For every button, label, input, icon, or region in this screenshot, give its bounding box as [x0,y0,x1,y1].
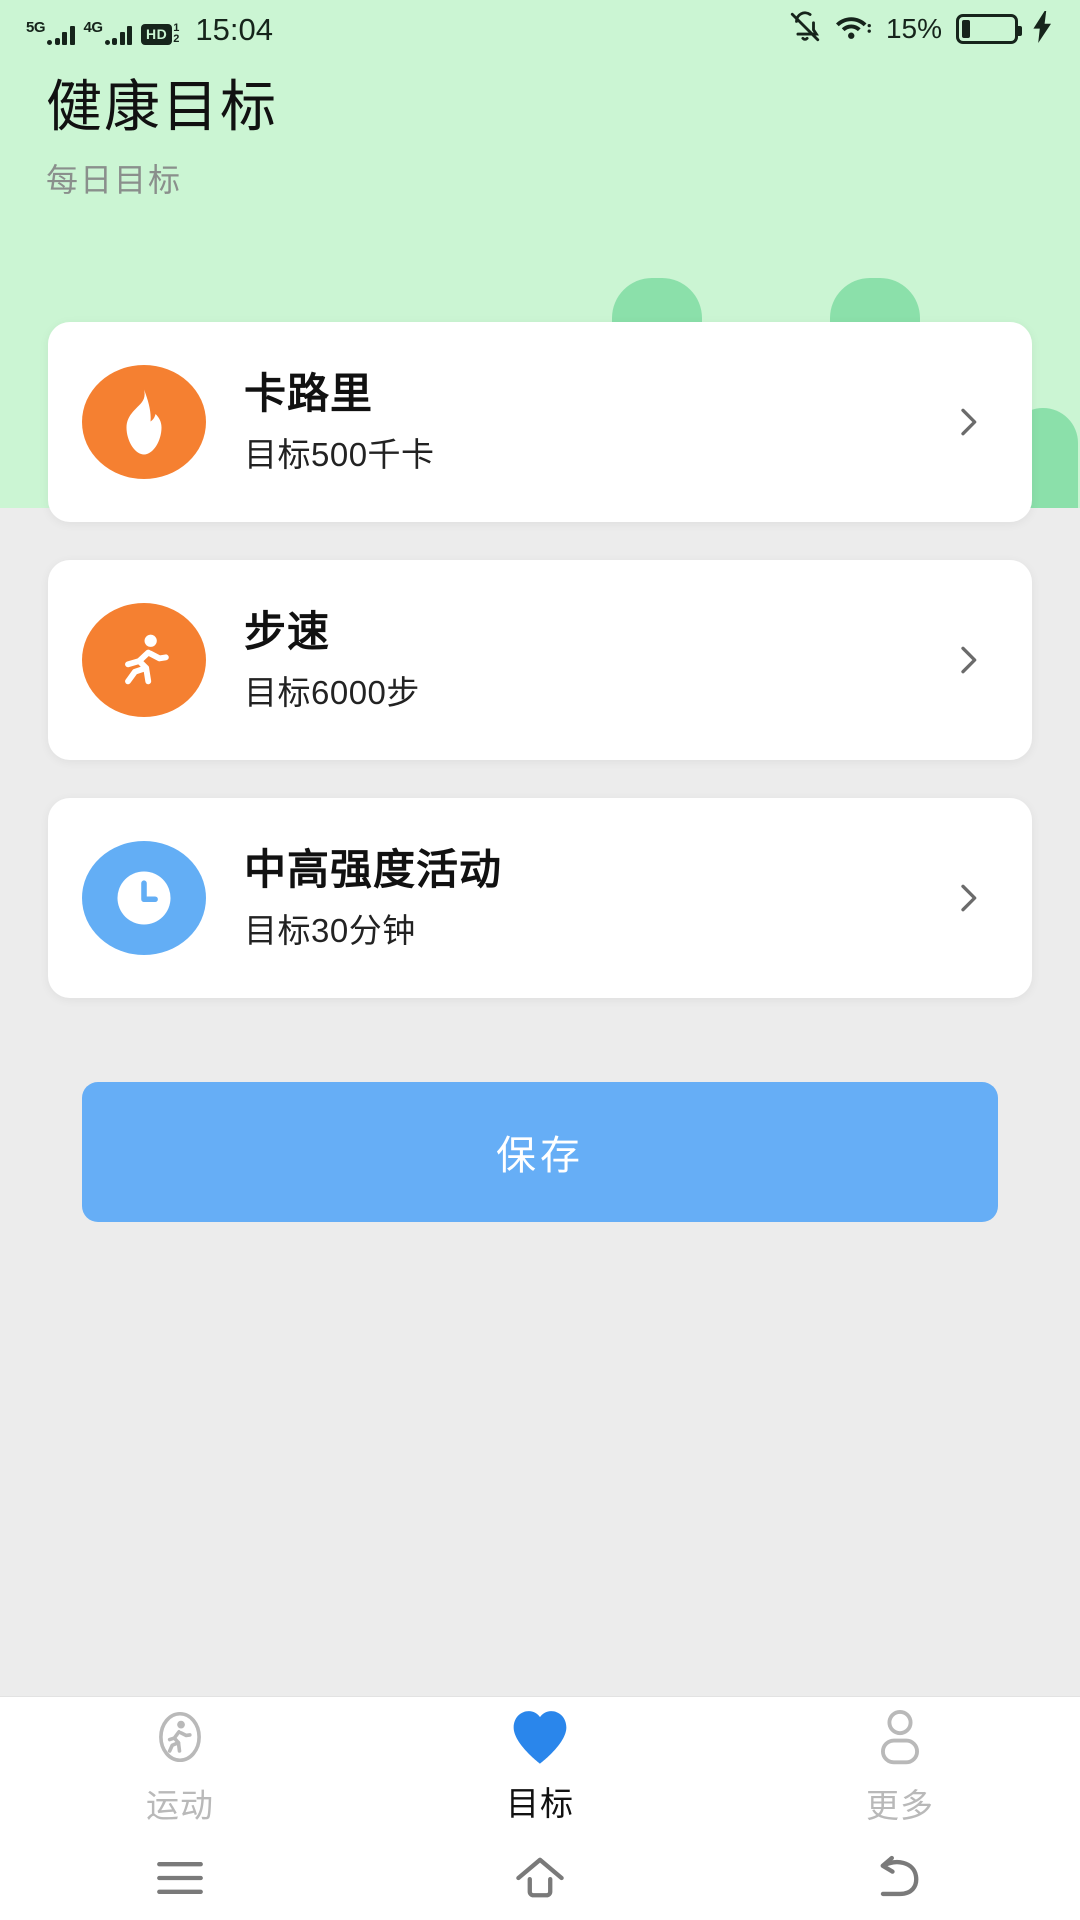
save-button[interactable]: 保存 [82,1082,998,1222]
network-type-label-2: 4G [83,18,104,36]
goal-title: 卡路里 [244,369,374,417]
menu-icon[interactable] [0,1855,360,1901]
bottom-tab-bar: 运动 目标 更多 [0,1696,1080,1836]
tab-label: 目标 [506,1785,574,1822]
page-title: 健康目标 [46,75,278,138]
chevron-right-icon[interactable] [948,640,988,680]
tab-exercise[interactable]: 运动 [0,1706,360,1827]
heart-icon [509,1708,571,1771]
app-screen: 5G 4G HD 1 2 15:04 15% 健康目标 每日目标 卡路里 目标5… [0,0,1080,1920]
goal-title: 步速 [244,607,331,655]
battery-icon [956,14,1022,44]
tab-label: 更多 [866,1787,934,1824]
tab-more[interactable]: 更多 [720,1706,1080,1827]
tab-goals[interactable]: 目标 [360,1708,720,1825]
goal-title: 中高强度活动 [244,845,503,893]
signal-4g: 4G [84,20,133,45]
wifi-icon [835,12,872,47]
bell-off-icon [788,10,822,49]
battery-percent-label: 15% [885,13,942,44]
network-type-label-1: 5G [26,18,46,36]
chevron-right-icon[interactable] [948,402,988,442]
hd-voice-icon: HD 1 2 [141,21,180,45]
clock-icon [82,841,206,955]
hd-sup-label: 1 [173,21,180,34]
status-bar: 5G 4G HD 1 2 15:04 15% [0,0,1080,58]
walking-person-circle-icon [149,1706,211,1773]
hd-label: HD [141,24,173,45]
user-icon [871,1706,929,1773]
status-clock: 15:04 [195,11,273,47]
signal-5g: 5G [26,20,75,45]
goal-subtitle: 目标6000步 [244,674,420,712]
goal-card-activity[interactable]: 中高强度活动 目标30分钟 [48,798,1032,998]
chevron-right-icon[interactable] [948,878,988,918]
running-person-icon [82,603,206,717]
page-subtitle: 每日目标 [46,162,183,198]
goal-card-calories[interactable]: 卡路里 目标500千卡 [48,322,1032,522]
goal-subtitle: 目标30分钟 [244,912,416,950]
charging-bolt-icon [1032,10,1054,48]
back-icon[interactable] [720,1853,1080,1903]
goal-subtitle: 目标500千卡 [244,436,435,474]
signal-bars-icon [47,25,75,45]
tab-label: 运动 [146,1787,214,1824]
signal-bars-icon-2 [104,25,133,45]
system-navigation-bar [0,1836,1080,1920]
flame-icon [82,365,206,479]
home-icon[interactable] [360,1853,720,1903]
goal-card-steps[interactable]: 步速 目标6000步 [48,560,1032,760]
hd-sub-label: 2 [173,32,180,45]
